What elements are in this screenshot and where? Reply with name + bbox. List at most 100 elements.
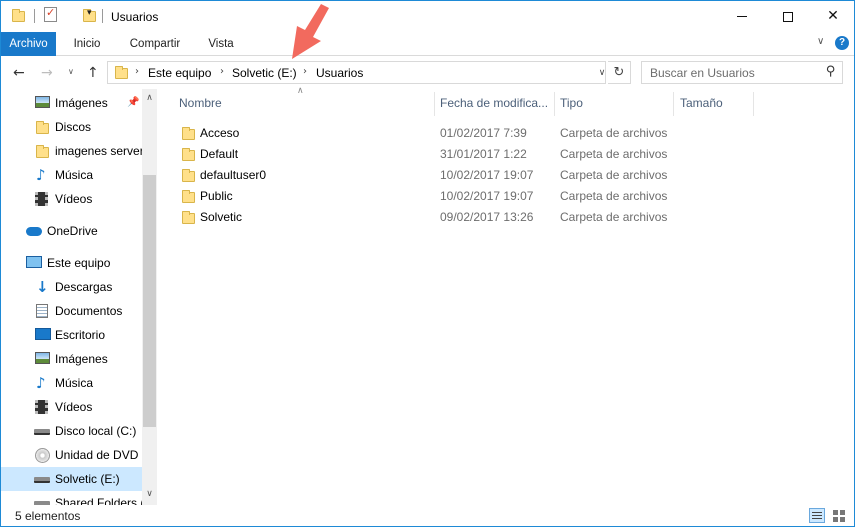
maximize-icon — [783, 11, 793, 22]
sidebar-item-discos[interactable]: Discos — [1, 115, 142, 139]
sidebar-item-imagenes-quick[interactable]: Imágenes 📌 — [1, 91, 142, 115]
item-count: 5 elementos — [15, 509, 81, 523]
sidebar-item-onedrive[interactable]: OneDrive — [1, 219, 142, 243]
help-icon[interactable]: ? — [835, 36, 849, 50]
column-header-tamano[interactable]: Tamaño — [680, 96, 723, 110]
tab-inicio[interactable]: Inicio — [71, 32, 103, 56]
sidebar-item-videos[interactable]: Vídeos — [1, 395, 142, 419]
column-divider[interactable] — [554, 92, 555, 116]
downloads-icon: ↓ — [36, 278, 49, 296]
file-date: 01/02/2017 7:39 — [440, 126, 527, 140]
folder-icon — [182, 169, 195, 182]
sidebar-item-videos-quick[interactable]: Vídeos — [1, 187, 142, 211]
pictures-icon — [35, 96, 50, 108]
tab-vista[interactable]: Vista — [207, 32, 235, 56]
drive-icon — [34, 477, 50, 483]
column-header-tipo[interactable]: Tipo — [560, 96, 583, 110]
file-row[interactable]: defaultuser0 10/02/2017 19:07 Carpeta de… — [177, 164, 697, 185]
sidebar-item-disco-local-c[interactable]: Disco local (C:) — [1, 419, 142, 443]
column-divider[interactable] — [673, 92, 674, 116]
file-date: 10/02/2017 19:07 — [440, 189, 534, 203]
sidebar-item-label: Imágenes — [55, 96, 108, 110]
close-button[interactable]: ✕ — [810, 1, 854, 31]
chevron-right-icon[interactable]: › — [220, 66, 224, 77]
sidebar-item-shared-folders[interactable]: Shared Folders ( — [1, 491, 144, 505]
sidebar-item-descargas[interactable]: ↓ Descargas — [1, 275, 142, 299]
scroll-up-icon[interactable]: ∧ — [142, 93, 157, 103]
file-date: 31/01/2017 1:22 — [440, 147, 527, 161]
navigation-pane: Imágenes 📌 Discos imagenes server ♪ Músi… — [1, 89, 157, 505]
scroll-down-icon[interactable]: ∨ — [142, 489, 157, 499]
file-row[interactable]: Acceso 01/02/2017 7:39 Carpeta de archiv… — [177, 122, 697, 143]
file-list: ∧ Nombre Fecha de modifica... Tipo Tamañ… — [163, 86, 853, 505]
tab-compartir[interactable]: Compartir — [127, 32, 183, 56]
search-icon[interactable]: ⚲ — [826, 64, 836, 79]
chevron-right-icon[interactable]: › — [303, 66, 307, 77]
file-type: Carpeta de archivos — [560, 147, 668, 161]
videos-icon — [35, 192, 48, 206]
pin-icon[interactable]: 📌 — [127, 97, 139, 108]
sidebar-item-este-equipo[interactable]: Este equipo — [1, 251, 142, 275]
folder-icon — [182, 127, 195, 140]
folder-icon — [182, 148, 195, 161]
chevron-right-icon[interactable]: › — [135, 66, 139, 77]
back-button[interactable]: ← — [13, 65, 25, 81]
sidebar-item-imagenes-server[interactable]: imagenes server — [1, 139, 144, 163]
folder-icon — [36, 145, 49, 158]
up-button[interactable]: ↑ — [87, 65, 99, 81]
sidebar-item-escritorio[interactable]: Escritorio — [1, 323, 142, 347]
maximize-button[interactable] — [765, 1, 811, 31]
file-type: Carpeta de archivos — [560, 126, 668, 140]
sidebar-item-unidad-dvd[interactable]: Unidad de DVD ( — [1, 443, 146, 467]
sidebar-item-label: Este equipo — [47, 256, 111, 270]
folder-icon — [182, 190, 195, 203]
breadcrumb-solvetic[interactable]: Solvetic (E:) — [232, 66, 297, 80]
annotation-arrow — [292, 4, 329, 59]
ribbon-tabs: Archivo Inicio Compartir Vista ∨ ? — [1, 32, 854, 56]
column-header-nombre[interactable]: Nombre — [179, 96, 222, 110]
sidebar-scrollbar[interactable]: ∧ ∨ — [142, 89, 157, 505]
address-bar[interactable]: › Este equipo › Solvetic (E:) › Usuarios — [107, 61, 606, 84]
qat-dropdown-icon[interactable]: ▾ — [87, 8, 92, 18]
large-icons-view-icon[interactable] — [831, 508, 847, 523]
explorer-window: ▾ Usuarios ✕ Archivo Inicio Compartir Vi… — [0, 0, 855, 527]
address-dropdown-icon[interactable]: ∨ — [596, 62, 608, 84]
minimize-button[interactable] — [719, 1, 765, 31]
folder-icon — [12, 9, 25, 22]
videos-icon — [35, 400, 48, 414]
file-row[interactable]: Public 10/02/2017 19:07 Carpeta de archi… — [177, 185, 697, 206]
column-divider[interactable] — [753, 92, 754, 116]
search-input[interactable]: Buscar en Usuarios ⚲ — [641, 61, 843, 84]
column-header-fecha[interactable]: Fecha de modifica... — [440, 96, 548, 110]
file-type: Carpeta de archivos — [560, 210, 668, 224]
expand-ribbon-icon[interactable]: ∨ — [817, 36, 824, 47]
sidebar-item-documentos[interactable]: Documentos — [1, 299, 142, 323]
sidebar-item-imagenes[interactable]: Imágenes — [1, 347, 142, 371]
title-separator — [102, 9, 103, 23]
tab-archivo[interactable]: Archivo — [1, 32, 56, 56]
folder-icon — [115, 66, 128, 79]
details-view-icon[interactable] — [809, 508, 825, 523]
sidebar-item-label: OneDrive — [47, 224, 98, 238]
scrollbar-thumb[interactable] — [143, 175, 156, 427]
music-icon: ♪ — [36, 374, 46, 392]
refresh-button[interactable]: ↻ — [608, 61, 631, 84]
sidebar-item-musica[interactable]: ♪ Música — [1, 371, 142, 395]
column-divider[interactable] — [434, 92, 435, 116]
breadcrumb-usuarios[interactable]: Usuarios — [316, 66, 363, 80]
forward-button[interactable]: → — [41, 65, 53, 81]
breadcrumb-este-equipo[interactable]: Este equipo — [148, 66, 211, 80]
sidebar-item-musica-quick[interactable]: ♪ Música — [1, 163, 142, 187]
sort-ascending-icon: ∧ — [297, 86, 304, 96]
properties-icon[interactable] — [44, 6, 57, 22]
file-row[interactable]: Solvetic 09/02/2017 13:26 Carpeta de arc… — [177, 206, 697, 227]
status-bar: 5 elementos — [1, 505, 854, 526]
recent-locations-icon[interactable]: ∨ — [68, 67, 74, 76]
drive-icon — [34, 429, 50, 435]
this-pc-icon — [26, 256, 42, 268]
dvd-icon — [35, 448, 50, 463]
file-date: 09/02/2017 13:26 — [440, 210, 534, 224]
file-row[interactable]: Default 31/01/2017 1:22 Carpeta de archi… — [177, 143, 697, 164]
sidebar-item-solvetic-e[interactable]: Solvetic (E:) — [1, 467, 142, 491]
file-name: Default — [200, 147, 239, 161]
